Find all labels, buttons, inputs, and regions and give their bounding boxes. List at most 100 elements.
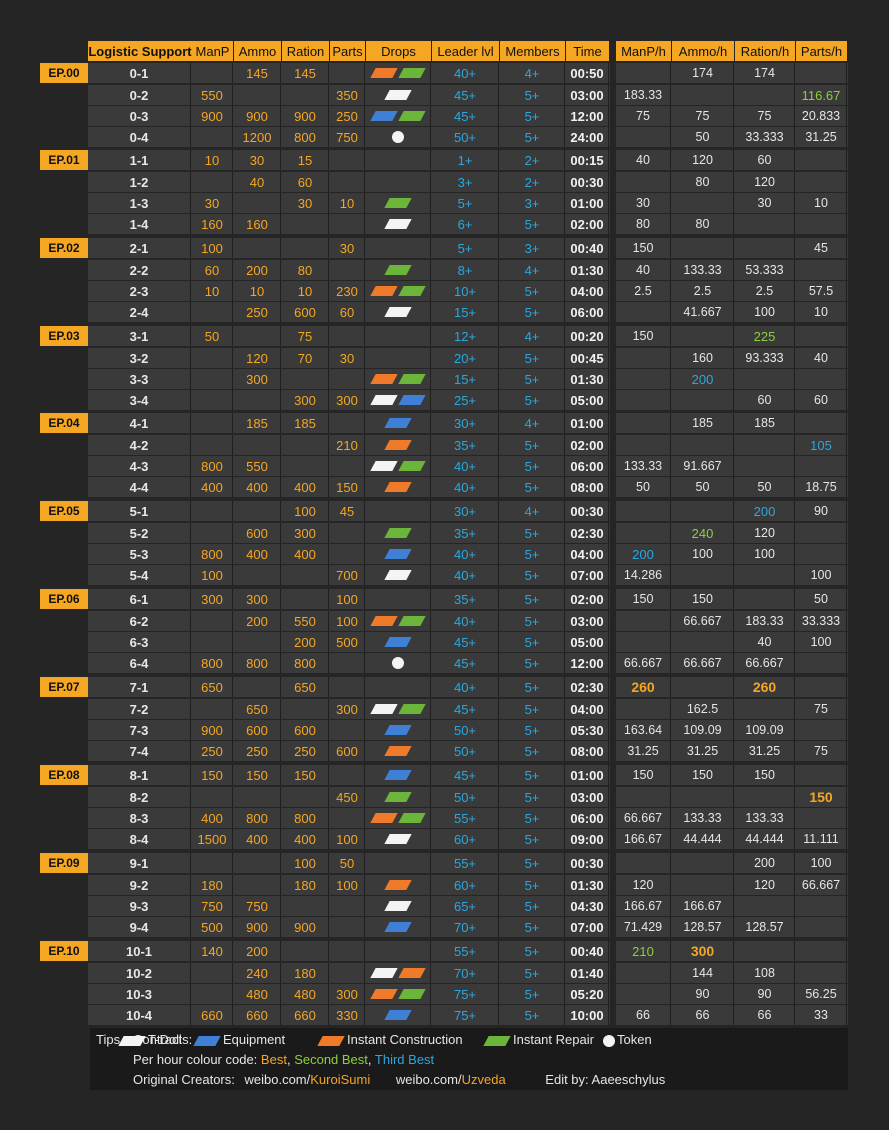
credits-line: Original Creators: weibo.com/KuroiSumi w… <box>133 1072 665 1087</box>
episode-label: EP.04 <box>40 413 88 433</box>
column-gap <box>610 829 616 849</box>
rationh-value: 128.57 <box>735 917 795 937</box>
ammoh-value <box>672 326 734 346</box>
operation-id: 10-2 <box>88 963 191 983</box>
drops-cell <box>366 63 431 83</box>
ammo-value: 250 <box>234 302 281 322</box>
rationh-value: 183.33 <box>735 611 795 631</box>
parts-value: 30 <box>330 348 365 368</box>
equipment-contract-icon <box>384 418 412 428</box>
manp-value <box>192 963 233 983</box>
time-value: 06:00 <box>566 456 609 476</box>
ration-value: 480 <box>282 984 329 1004</box>
ration-value <box>282 896 329 916</box>
ration-value: 400 <box>282 544 329 564</box>
lvl-value: 40+ <box>432 477 499 497</box>
mem-value: 5+ <box>500 85 565 105</box>
time-value: 00:40 <box>566 238 609 258</box>
manp-value <box>192 611 233 631</box>
drops-cell <box>366 741 431 761</box>
mem-value: 4+ <box>500 260 565 280</box>
manph-value <box>616 390 671 410</box>
column-gap <box>610 1005 616 1025</box>
ammoh-value: 44.444 <box>672 829 734 849</box>
ration-value: 800 <box>282 808 329 828</box>
column-gap <box>610 963 616 983</box>
ammo-value <box>234 238 281 258</box>
rationh-value: 133.33 <box>735 808 795 828</box>
ration-value: 300 <box>282 523 329 543</box>
ration-value <box>282 238 329 258</box>
tdoll-contract-icon <box>384 901 412 911</box>
manp-value: 50 <box>192 326 233 346</box>
drops-cell <box>366 127 431 147</box>
column-gap <box>610 172 616 192</box>
time-value: 03:00 <box>566 787 609 807</box>
mem-value: 3+ <box>500 193 565 213</box>
lvl-value: 40+ <box>432 565 499 585</box>
ration-value <box>282 456 329 476</box>
partsh-value: 40 <box>796 348 847 368</box>
ammo-value: 600 <box>234 523 281 543</box>
time-value: 02:30 <box>566 677 609 697</box>
drops-cell <box>366 435 431 455</box>
operation-id: 6-3 <box>88 632 191 652</box>
tdoll-contract-icon <box>384 834 412 844</box>
partsh-value: 45 <box>796 238 847 258</box>
rationh-value: 50 <box>735 477 795 497</box>
lvl-value: 1+ <box>432 150 499 170</box>
instant-construction-icon <box>398 968 426 978</box>
partsh-value <box>796 544 847 564</box>
partsh-value: 10 <box>796 193 847 213</box>
ammo-value: 400 <box>234 544 281 564</box>
operation-id: 8-3 <box>88 808 191 828</box>
creator-link-2[interactable]: weibo.com/Uzveda <box>396 1072 506 1087</box>
manp-value <box>192 413 233 433</box>
mem-value: 5+ <box>500 435 565 455</box>
column-gap <box>610 765 616 785</box>
lvl-value: 50+ <box>432 127 499 147</box>
header-title: Logistic Support <box>88 41 192 61</box>
lvl-value: 40+ <box>432 611 499 631</box>
mem-value: 5+ <box>500 456 565 476</box>
manp-value <box>192 787 233 807</box>
partsh-value: 33.333 <box>796 611 847 631</box>
drops-cell <box>366 348 431 368</box>
ammoh-value <box>672 501 734 521</box>
ration-value <box>282 589 329 609</box>
column-gap <box>610 611 616 631</box>
manph-value <box>616 369 671 389</box>
operation-id: 1-2 <box>88 172 191 192</box>
ammoh-value: 162.5 <box>672 699 734 719</box>
column-gap <box>610 984 616 1004</box>
episode-label: EP.09 <box>40 853 88 873</box>
operation-id: 2-1 <box>88 238 191 258</box>
episode-label: EP.10 <box>40 941 88 961</box>
ammo-value: 200 <box>234 260 281 280</box>
ammo-value: 145 <box>234 63 281 83</box>
manph-value <box>616 699 671 719</box>
instant-construction-icon <box>370 68 398 78</box>
legend-item-white: T-Doll <box>118 1032 182 1047</box>
ammo-value: 10 <box>234 281 281 301</box>
parts-value: 100 <box>330 589 365 609</box>
partsh-value <box>796 523 847 543</box>
creator-link-1[interactable]: weibo.com/KuroiSumi <box>245 1072 371 1087</box>
column-gap <box>610 565 616 585</box>
mem-value: 5+ <box>500 127 565 147</box>
instant-repair-icon <box>398 461 426 471</box>
column-gap <box>610 106 616 126</box>
drops-cell <box>366 875 431 895</box>
lvl-value: 55+ <box>432 808 499 828</box>
mem-value: 5+ <box>500 544 565 564</box>
time-value: 04:00 <box>566 281 609 301</box>
parts-value <box>330 720 365 740</box>
ammo-value: 480 <box>234 984 281 1004</box>
operation-id: 6-4 <box>88 653 191 673</box>
partsh-value: 57.5 <box>796 281 847 301</box>
ration-value <box>282 369 329 389</box>
parts-value: 100 <box>330 875 365 895</box>
rationh-value: 31.25 <box>735 741 795 761</box>
parts-value: 10 <box>330 193 365 213</box>
ammo-value <box>234 875 281 895</box>
